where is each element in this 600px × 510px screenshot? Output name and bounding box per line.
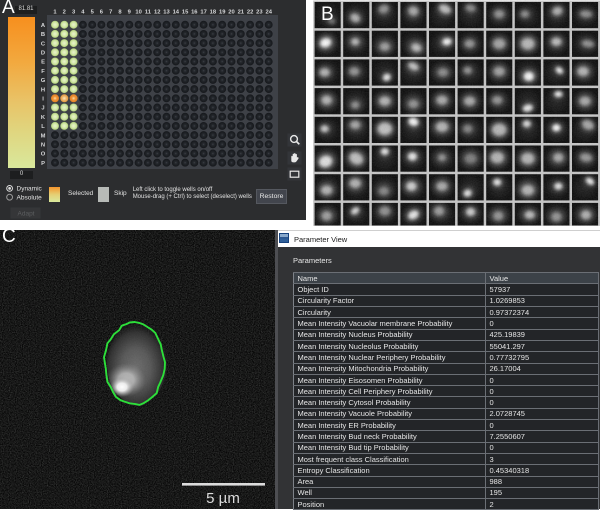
svg-text:B: B: [321, 4, 334, 25]
svg-text:5 µm: 5 µm: [206, 490, 240, 507]
